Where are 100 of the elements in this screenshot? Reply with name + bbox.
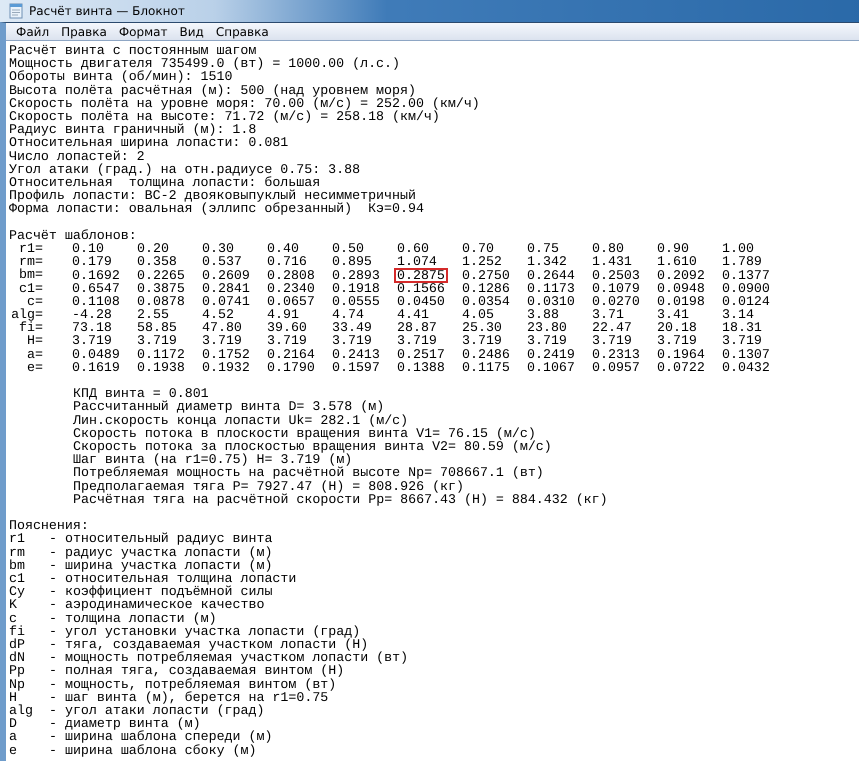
- table-value: 0.2808: [266, 268, 316, 282]
- table-value: 4.74: [331, 307, 364, 322]
- table-value: 1.252: [461, 254, 503, 270]
- table-value: 4.05: [461, 307, 494, 322]
- menu-item[interactable]: Формат: [112, 24, 174, 38]
- table-value: 0.1108: [71, 294, 121, 309]
- table-value: 4.41: [396, 307, 429, 322]
- note-term: c: [9, 612, 17, 625]
- table-value: 0.1918: [331, 280, 381, 296]
- table-value: 0.0555: [331, 294, 381, 309]
- note-term: dN: [9, 651, 26, 664]
- note-text: - коэффициент подъёмной силы: [49, 585, 272, 598]
- text-line: Относительная толщина лопасти: большая: [9, 176, 320, 190]
- table-value: 0.1175: [461, 360, 511, 375]
- note-text: - полная тяга, создаваемая винтом (Н): [49, 664, 344, 678]
- table-value: 0.2486: [461, 346, 511, 362]
- table-value: 0.1790: [266, 360, 316, 375]
- text-line: Обороты винта (об/мин): 1510: [9, 70, 232, 84]
- row-label: rm=: [18, 255, 43, 268]
- table-value: 3.719: [461, 333, 503, 348]
- note-term: Cy: [9, 585, 26, 598]
- note-text: - аэродинамическое качество: [49, 598, 264, 612]
- table-value: 1.074: [396, 254, 438, 270]
- text-line: Профиль лопасти: ВС-2 двояковыпуклый несимметричный: [9, 189, 416, 202]
- table-value: 0.0198: [656, 294, 706, 309]
- table-value: 0.75: [526, 241, 559, 256]
- text-line: Скорость полёта на высоте: 71.72 (м/с) = 258.18 (км/ч): [9, 110, 440, 124]
- window-title: Расчёт винта — Блокнот: [29, 4, 185, 18]
- table-value: 0.2313: [591, 346, 641, 362]
- table-value: 47.80: [201, 320, 243, 336]
- table-value: 0.2609: [201, 268, 251, 282]
- table-value: 3.719: [331, 333, 373, 348]
- note-term: r1: [9, 532, 26, 546]
- table-value: 0.2340: [266, 280, 316, 296]
- row-label: e=: [26, 360, 43, 374]
- row-label: c1=: [18, 282, 43, 295]
- table-value: 0.0948: [656, 280, 706, 296]
- note-text: - ширина участка лопасти (м): [49, 558, 272, 572]
- table-value: 0.90: [656, 241, 689, 256]
- table-value: 0.2164: [266, 346, 316, 362]
- table-value: 22.47: [591, 320, 633, 336]
- table-value: 0.1752: [201, 346, 251, 362]
- row-label: bm=: [18, 268, 43, 282]
- table-value: 3.719: [71, 333, 113, 348]
- table-value: 3.41: [656, 307, 689, 322]
- table-value: 18.31: [721, 320, 763, 336]
- table-value: 0.1597: [331, 360, 381, 375]
- table-value: 3.719: [656, 333, 698, 348]
- menu-item[interactable]: Файл: [10, 24, 56, 38]
- note-text: - шаг винта (м), берется на r1=0.75: [49, 690, 328, 704]
- text-line: Форма лопасти: овальная (эллипс обрезанный) Кэ=0.94: [9, 202, 424, 216]
- table-value: -4.28: [71, 307, 113, 322]
- table-value: 3.71: [591, 307, 624, 322]
- table-value: 0.1079: [591, 280, 641, 296]
- table-value: 33.49: [331, 320, 373, 336]
- table-value: 39.60: [266, 320, 308, 336]
- note-term: D: [9, 717, 17, 730]
- table-value: 0.60: [396, 241, 429, 256]
- row-label: fi=: [19, 321, 43, 334]
- menu-item[interactable]: Справка: [210, 24, 275, 38]
- note-text: - относительный радиус винта: [49, 532, 272, 546]
- table-value: 3.719: [136, 333, 178, 348]
- table-value: 73.18: [71, 320, 113, 336]
- table-value: 1.431: [591, 254, 633, 270]
- note-term: H: [9, 690, 17, 704]
- table-value: 0.537: [201, 254, 243, 270]
- table-value: 0.30: [201, 241, 234, 256]
- table-value: 0.40: [266, 241, 299, 256]
- table-value: 0.2750: [461, 268, 511, 282]
- table-value: 0.1964: [656, 346, 706, 362]
- row-label: alg=: [10, 308, 43, 322]
- table-value: 4.52: [201, 307, 234, 322]
- table-value: 0.1388: [396, 360, 446, 375]
- note-term: Np: [9, 678, 26, 691]
- menu-item[interactable]: Правка: [55, 24, 113, 38]
- table-value: 0.0432: [721, 360, 771, 375]
- table-value: 0.1307: [721, 346, 771, 362]
- table-value: 3.719: [721, 333, 763, 348]
- table-value: 0.179: [71, 254, 113, 270]
- text-line: Относительная ширина лопасти: 0.081: [9, 136, 288, 150]
- note-text: - угол установки участка лопасти (град): [49, 624, 360, 638]
- menu-item[interactable]: Вид: [174, 24, 210, 38]
- table-value: 0.0722: [656, 360, 706, 375]
- result-line: Рассчитанный диаметр винта D= 3.578 (м): [73, 400, 384, 414]
- note-text: - диаметр винта (м): [49, 717, 201, 730]
- table-value: 1.00: [721, 241, 754, 256]
- result-line: Скорость потока за плоскостью вращения винта V2= 80.59 (м/с): [73, 440, 552, 454]
- result-line: Шаг винта (на r1=0.75) H= 3.719 (м): [73, 453, 352, 466]
- table-value: 0.1619: [71, 360, 121, 375]
- table-value: 0.80: [591, 241, 624, 256]
- table-value: 58.85: [136, 320, 178, 336]
- table-value: 0.0354: [461, 294, 511, 309]
- table-value: 0.1692: [71, 268, 121, 282]
- table-value: 0.0957: [591, 360, 641, 375]
- table-value: 0.2413: [331, 346, 381, 362]
- note-term: K: [9, 598, 17, 612]
- table-value: 0.0741: [201, 294, 251, 309]
- text-line: Мощность двигателя 735499.0 (вт) = 1000.00 (л.с.): [9, 57, 400, 70]
- table-value: 3.719: [201, 333, 243, 348]
- note-text: - мощность потребляемая участком лопасти (вт): [49, 651, 408, 664]
